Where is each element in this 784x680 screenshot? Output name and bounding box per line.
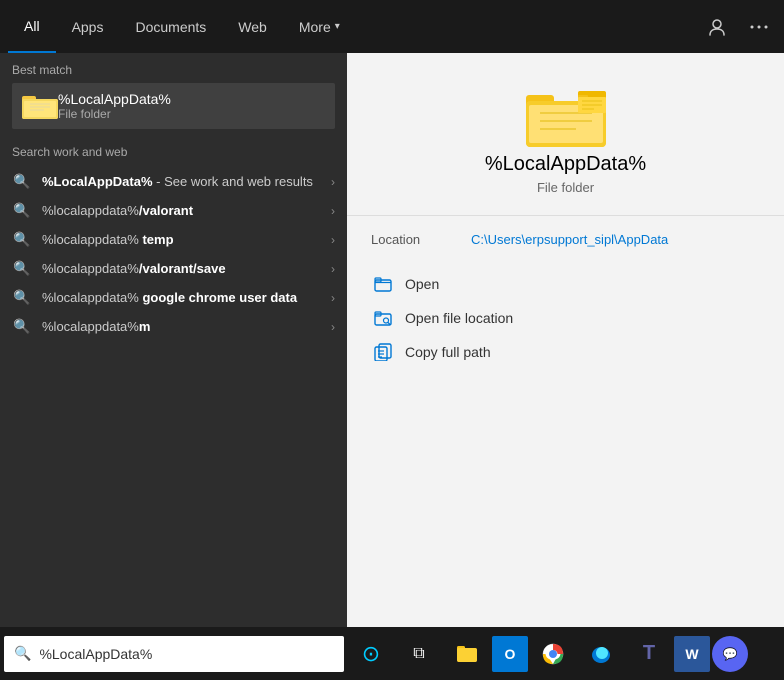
best-match-item[interactable]: %LocalAppData% File folder [12, 83, 335, 129]
copy-full-path-action[interactable]: Copy full path [371, 335, 760, 369]
tab-documents[interactable]: Documents [119, 0, 222, 53]
file-explorer-icon[interactable] [444, 627, 490, 680]
tab-all[interactable]: All [8, 0, 56, 53]
folder-open-icon [371, 275, 395, 293]
divider [347, 215, 784, 216]
item-text: %localappdata%/valorant/save [42, 261, 331, 276]
taskbar-search[interactable]: 🔍 %LocalAppData% [4, 636, 344, 672]
copy-path-icon [371, 343, 395, 361]
chevron-right-icon: › [331, 320, 335, 334]
right-panel: %LocalAppData% File folder Location C:\U… [347, 53, 784, 680]
copy-full-path-label: Copy full path [405, 344, 491, 360]
item-text: %localappdata% temp [42, 232, 331, 247]
search-web-label: Search work and web [12, 145, 335, 159]
chevron-right-icon: › [331, 291, 335, 305]
word-icon[interactable]: W [674, 636, 710, 672]
item-text: %localappdata% google chrome user data [42, 290, 331, 305]
search-icon: 🔍 [12, 318, 32, 335]
discord-icon[interactable]: 💬 [712, 636, 748, 672]
taskbar: 🔍 %LocalAppData% ⊙ ⧉ O [0, 627, 784, 680]
left-panel: Best match %LocalAppData% File folder [0, 53, 347, 680]
search-icon: 🔍 [12, 260, 32, 277]
task-view-icon[interactable]: ⧉ [396, 627, 442, 680]
main-layout: Best match %LocalAppData% File folder [0, 53, 784, 680]
result-title: %LocalAppData% [485, 153, 646, 176]
list-item[interactable]: 🔍 %localappdata% temp › [0, 225, 347, 254]
chevron-right-icon: › [331, 262, 335, 276]
list-item[interactable]: 🔍 %localappdata%/valorant › [0, 196, 347, 225]
best-match-subtitle: File folder [58, 107, 171, 121]
best-match-section: Best match %LocalAppData% File folder [0, 53, 347, 135]
open-file-location-label: Open file location [405, 310, 513, 326]
best-match-label: Best match [12, 63, 335, 77]
item-text: %localappdata%/valorant [42, 203, 331, 218]
location-value[interactable]: C:\Users\erpsupport_sipl\AppData [471, 232, 668, 247]
search-icon: 🔍 [12, 202, 32, 219]
person-icon [708, 18, 726, 36]
folder-icon-small [22, 91, 58, 121]
person-icon-button[interactable] [700, 14, 734, 40]
best-match-title: %LocalAppData% [58, 91, 171, 107]
search-icon: 🔍 [12, 289, 32, 306]
more-dropdown-icon: ▾ [335, 21, 340, 32]
location-row: Location C:\Users\erpsupport_sipl\AppDat… [347, 232, 784, 247]
taskbar-icons: ⊙ ⧉ O [348, 627, 748, 680]
ellipsis-icon-button[interactable] [742, 14, 776, 40]
cortana-icon[interactable]: ⊙ [348, 627, 394, 680]
open-label: Open [405, 276, 439, 292]
location-label: Location [371, 232, 471, 247]
folder-icon-large [526, 83, 606, 153]
search-icon: 🔍 [12, 173, 32, 190]
teams-icon[interactable]: T [626, 627, 672, 680]
search-icon: 🔍 [12, 231, 32, 248]
folder-location-icon [371, 309, 395, 327]
edge-icon[interactable] [578, 627, 624, 680]
top-nav: All Apps Documents Web More ▾ [0, 0, 784, 53]
list-item[interactable]: 🔍 %LocalAppData% - See work and web resu… [0, 167, 347, 196]
chrome-icon[interactable] [530, 627, 576, 680]
chevron-right-icon: › [331, 204, 335, 218]
best-match-text: %LocalAppData% File folder [58, 91, 171, 121]
tab-apps[interactable]: Apps [56, 0, 120, 53]
tab-web[interactable]: Web [222, 0, 283, 53]
taskbar-search-icon: 🔍 [14, 645, 31, 662]
open-action[interactable]: Open [371, 267, 760, 301]
item-text: %LocalAppData% - See work and web result… [42, 174, 331, 189]
ellipsis-icon [750, 25, 768, 29]
taskbar-search-text: %LocalAppData% [39, 646, 152, 662]
item-text: %localappdata%m [42, 319, 331, 334]
list-item[interactable]: 🔍 %localappdata% google chrome user data… [0, 283, 347, 312]
chevron-right-icon: › [331, 175, 335, 189]
list-item[interactable]: 🔍 %localappdata%m › [0, 312, 347, 341]
search-web-section: Search work and web [0, 135, 347, 167]
list-item[interactable]: 🔍 %localappdata%/valorant/save › [0, 254, 347, 283]
chevron-right-icon: › [331, 233, 335, 247]
result-subtitle: File folder [537, 180, 594, 195]
nav-icons [700, 14, 776, 40]
search-results-list: 🔍 %LocalAppData% - See work and web resu… [0, 167, 347, 341]
outlook-icon[interactable]: O [492, 636, 528, 672]
action-list: Open Open file location [347, 267, 784, 369]
tab-more[interactable]: More ▾ [283, 0, 356, 53]
open-file-location-action[interactable]: Open file location [371, 301, 760, 335]
